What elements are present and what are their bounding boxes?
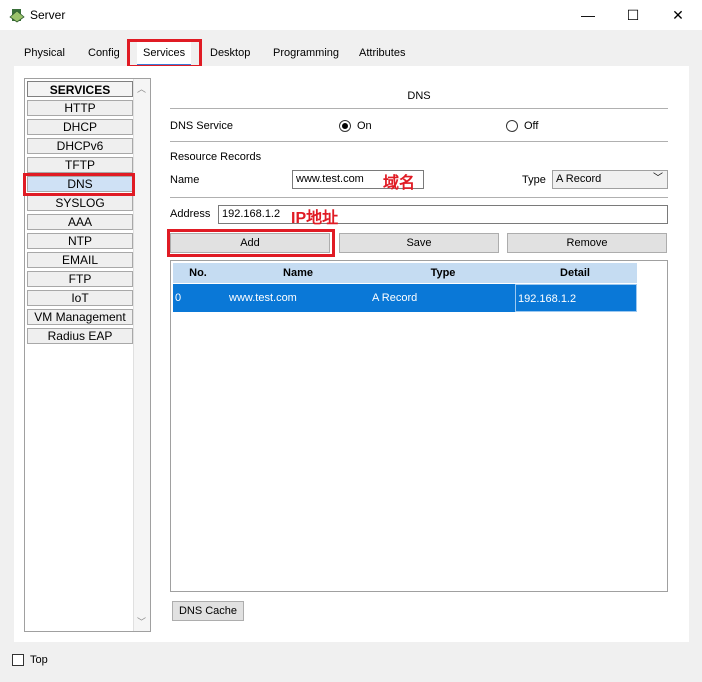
dns-off-radio[interactable] — [506, 120, 518, 132]
sidebar-item-iot[interactable]: IoT — [27, 290, 133, 306]
minimize-icon: — — [581, 7, 595, 23]
sidebar-item-tftp[interactable]: TFTP — [27, 157, 133, 173]
maximize-button[interactable]: ☐ — [610, 0, 656, 30]
close-icon: ✕ — [672, 6, 684, 23]
col-type: Type — [430, 267, 456, 279]
divider — [170, 141, 668, 142]
domain-name-annotation: 域名 — [383, 175, 416, 192]
sidebar-item-radius-eap[interactable]: Radius EAP — [27, 328, 133, 344]
sidebar-item-ntp[interactable]: NTP — [27, 233, 133, 249]
tab-services[interactable]: Services — [137, 42, 192, 66]
divider — [170, 108, 668, 109]
add-button[interactable]: Add — [170, 233, 330, 253]
dns-on-radio[interactable] — [339, 120, 351, 132]
dns-on-label: On — [357, 120, 372, 132]
window-title: Server — [30, 8, 66, 22]
col-no: No. — [189, 267, 207, 279]
tab-physical[interactable]: Physical — [18, 42, 71, 64]
table-row[interactable]: 0 www.test.com A Record 192.168.1.2 — [173, 284, 637, 312]
services-sidebar: SERVICES HTTP DHCP DHCPv6 TFTP DNS SYSLO… — [24, 78, 151, 632]
services-header: SERVICES — [27, 81, 133, 97]
tab-config[interactable]: Config — [82, 42, 126, 64]
cell-detail: 192.168.1.2 — [515, 284, 637, 312]
sidebar-item-vm-management[interactable]: VM Management — [27, 309, 133, 325]
maximize-icon: ☐ — [626, 6, 640, 23]
tab-programming[interactable]: Programming — [267, 42, 345, 64]
ip-address-annotation: IP地址 — [291, 210, 339, 227]
divider — [170, 197, 668, 198]
server-app-icon — [9, 9, 25, 23]
cell-no: 0 — [175, 292, 182, 304]
dns-cache-button[interactable]: DNS Cache — [172, 601, 244, 621]
minimize-button[interactable]: — — [565, 0, 611, 30]
sidebar-item-dhcpv6[interactable]: DHCPv6 — [27, 138, 133, 154]
tab-desktop[interactable]: Desktop — [204, 42, 256, 64]
title-bar: Server — ☐ ✕ — [0, 0, 702, 30]
chevron-down-icon: ﹀ — [653, 173, 663, 184]
remove-button[interactable]: Remove — [507, 233, 667, 253]
col-detail: Detail — [560, 267, 590, 279]
col-name: Name — [283, 267, 313, 279]
resource-records-label: Resource Records — [170, 151, 262, 163]
sidebar-item-syslog[interactable]: SYSLOG — [27, 195, 133, 211]
top-checkbox[interactable] — [12, 654, 24, 666]
top-label: Top — [30, 654, 48, 666]
tab-attributes[interactable]: Attributes — [353, 42, 411, 64]
sidebar-item-ftp[interactable]: FTP — [27, 271, 133, 287]
sidebar-item-aaa[interactable]: AAA — [27, 214, 133, 230]
cell-type: A Record — [372, 292, 418, 304]
dns-off-label: Off — [524, 120, 539, 132]
type-select[interactable]: A Record ﹀ — [552, 170, 668, 189]
type-label: Type — [522, 174, 546, 186]
sidebar-item-http[interactable]: HTTP — [27, 100, 133, 116]
sidebar-scrollbar[interactable]: ︿ ﹀ — [133, 79, 150, 631]
address-label: Address — [170, 208, 211, 220]
save-button[interactable]: Save — [339, 233, 499, 253]
sidebar-item-email[interactable]: EMAIL — [27, 252, 133, 268]
sidebar-item-dns[interactable]: DNS — [27, 176, 133, 192]
sidebar-item-dhcp[interactable]: DHCP — [27, 119, 133, 135]
table-header: No. Name Type Detail — [173, 263, 637, 283]
cell-name: www.test.com — [229, 292, 297, 304]
scroll-up-icon[interactable]: ︿ — [137, 82, 146, 95]
close-button[interactable]: ✕ — [655, 0, 701, 30]
address-input[interactable]: 192.168.1.2 — [218, 205, 668, 224]
dns-records-table: No. Name Type Detail 0 www.test.com A Re… — [170, 260, 668, 592]
name-label: Name — [170, 174, 200, 186]
dns-service-label: DNS Service — [170, 120, 233, 132]
scroll-down-icon[interactable]: ﹀ — [137, 615, 146, 628]
type-select-value: A Record — [556, 173, 602, 185]
dns-title: DNS — [407, 90, 431, 102]
services-panel: SERVICES HTTP DHCP DHCPv6 TFTP DNS SYSLO… — [14, 66, 689, 642]
